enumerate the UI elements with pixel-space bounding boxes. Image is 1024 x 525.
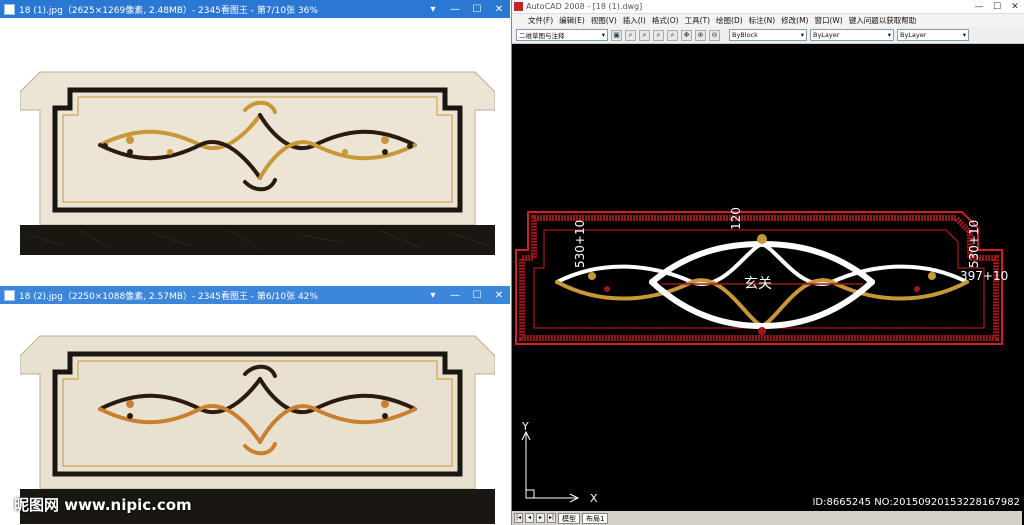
autocad-title: AutoCAD 2008 - [18 (1).dwg] [526, 2, 643, 11]
minimize-button[interactable]: — [444, 286, 466, 304]
dimension-right: 530+10 [967, 220, 981, 268]
layout-tabs: |◂ ◂ ▸ ▸| 模型 布局1 [512, 511, 1022, 525]
lineweight-select[interactable]: ByLayer ▾ [897, 29, 969, 41]
app-icon [4, 289, 15, 301]
menu-bar: 文件(F) 编辑(E) 视图(V) 插入(I) 格式(O) 工具(T) 绘图(D… [512, 14, 1024, 27]
menu-tools[interactable]: 工具(T) [685, 15, 710, 26]
chevron-down-icon: ▾ [962, 31, 966, 39]
minimize-button[interactable]: — [444, 0, 466, 18]
chevron-down-icon: ▾ [800, 31, 804, 39]
maximize-button[interactable]: ☐ [466, 0, 488, 18]
lineweight-value: ByLayer [900, 31, 927, 39]
axis-y-label: Y [521, 420, 529, 433]
linetype-value: ByLayer [813, 31, 840, 39]
zoom-in-icon[interactable]: ⊕ [695, 29, 706, 41]
properties-toolbar: 二维草图与注释 ▾ ▣ ⌕ ⌕ ⌕ ⌕ ✥ ⊕ ⊖ ByBlock ▾ ByLaye… [512, 27, 1024, 44]
next-tab-icon[interactable]: ▸ [536, 513, 545, 523]
workspace-select[interactable]: 二维草图与注释 ▾ [516, 29, 608, 41]
dropdown-button[interactable]: ▾ [422, 0, 444, 18]
tab-model[interactable]: 模型 [558, 512, 580, 524]
workspace-settings-icon[interactable]: ▣ [611, 29, 622, 41]
axis-x-label: X [590, 492, 598, 505]
menu-window[interactable]: 窗口(W) [814, 15, 842, 26]
layer-select[interactable]: ByBlock ▾ [729, 29, 807, 41]
maximize-button[interactable]: ☐ [988, 0, 1006, 14]
watermark-logo: 昵图网 www.nipic.com [14, 496, 192, 514]
zoom-window-icon[interactable]: ⌕ [639, 29, 650, 41]
minimize-button[interactable]: — [970, 0, 988, 14]
drawing-canvas[interactable]: 玄关 120 530+10 530+10 397+10 X Y [512, 44, 1022, 511]
image-viewer-window-2: 18 (2).jpg（2250×1088像素, 2.57MB）- 2345看图王… [0, 286, 510, 525]
menu-edit[interactable]: 编辑(E) [559, 15, 585, 26]
layer-value: ByBlock [732, 31, 758, 39]
menu-modify[interactable]: 修改(M) [781, 15, 808, 26]
zoom-out-icon[interactable]: ⊖ [709, 29, 720, 41]
zoom-realtime-icon[interactable]: ⌕ [625, 29, 636, 41]
app-icon [4, 3, 15, 15]
dropdown-button[interactable]: ▾ [422, 286, 444, 304]
first-tab-icon[interactable]: |◂ [514, 513, 523, 523]
close-button[interactable]: ✕ [1006, 0, 1024, 14]
chevron-down-icon: ▾ [601, 31, 605, 39]
maximize-button[interactable]: ☐ [466, 286, 488, 304]
close-button[interactable]: ✕ [488, 0, 510, 18]
menu-file[interactable]: 文件(F) [528, 15, 553, 26]
linetype-select[interactable]: ByLayer ▾ [810, 29, 894, 41]
window-2-titlebar[interactable]: 18 (2).jpg（2250×1088像素, 2.57MB）- 2345看图王… [0, 286, 510, 304]
dimension-left: 530+10 [573, 220, 587, 268]
chevron-down-icon: ▾ [887, 31, 891, 39]
menu-insert[interactable]: 插入(I) [623, 15, 646, 26]
menu-dimension[interactable]: 标注(N) [749, 15, 775, 26]
watermark-id: ID:8665245 NO:20150920153228167982 [812, 497, 1020, 508]
ucs-icon [521, 430, 580, 503]
image-viewer-window-1: 18 (1).jpg（2625×1269像素, 2.48MB）- 2345看图王… [0, 0, 510, 285]
autocad-titlebar[interactable]: AutoCAD 2008 - [18 (1).dwg] — ☐ ✕ [512, 0, 1024, 14]
menu-view[interactable]: 视图(V) [591, 15, 617, 26]
floor-mosaic-image-1 [20, 71, 495, 255]
window-1-titlebar[interactable]: 18 (1).jpg（2625×1269像素, 2.48MB）- 2345看图王… [0, 0, 510, 18]
window-2-title: 18 (2).jpg（2250×1088像素, 2.57MB）- 2345看图王… [19, 291, 318, 302]
workspace-value: 二维草图与注释 [519, 32, 565, 40]
cad-drawing: 玄关 120 530+10 530+10 397+10 X Y [515, 207, 1008, 505]
menu-draw[interactable]: 绘图(D) [716, 15, 743, 26]
pan-icon[interactable]: ✥ [681, 29, 692, 41]
help-search-input[interactable]: 键入问题以获取帮助 [849, 15, 917, 26]
autocad-window: AutoCAD 2008 - [18 (1).dwg] — ☐ ✕ 文件(F) … [511, 0, 1024, 525]
dimension-right-2: 397+10 [960, 269, 1008, 283]
autocad-logo-icon [514, 2, 523, 11]
room-label: 玄关 [744, 275, 772, 292]
prev-tab-icon[interactable]: ◂ [525, 513, 534, 523]
window-1-title: 18 (1).jpg（2625×1269像素, 2.48MB）- 2345看图王… [19, 5, 318, 16]
zoom-previous-icon[interactable]: ⌕ [653, 29, 664, 41]
dimension-top: 120 [729, 207, 743, 230]
zoom-extents-icon[interactable]: ⌕ [667, 29, 678, 41]
menu-format[interactable]: 格式(O) [652, 15, 679, 26]
last-tab-icon[interactable]: ▸| [547, 513, 556, 523]
tab-layout1[interactable]: 布局1 [582, 512, 609, 524]
close-button[interactable]: ✕ [488, 286, 510, 304]
